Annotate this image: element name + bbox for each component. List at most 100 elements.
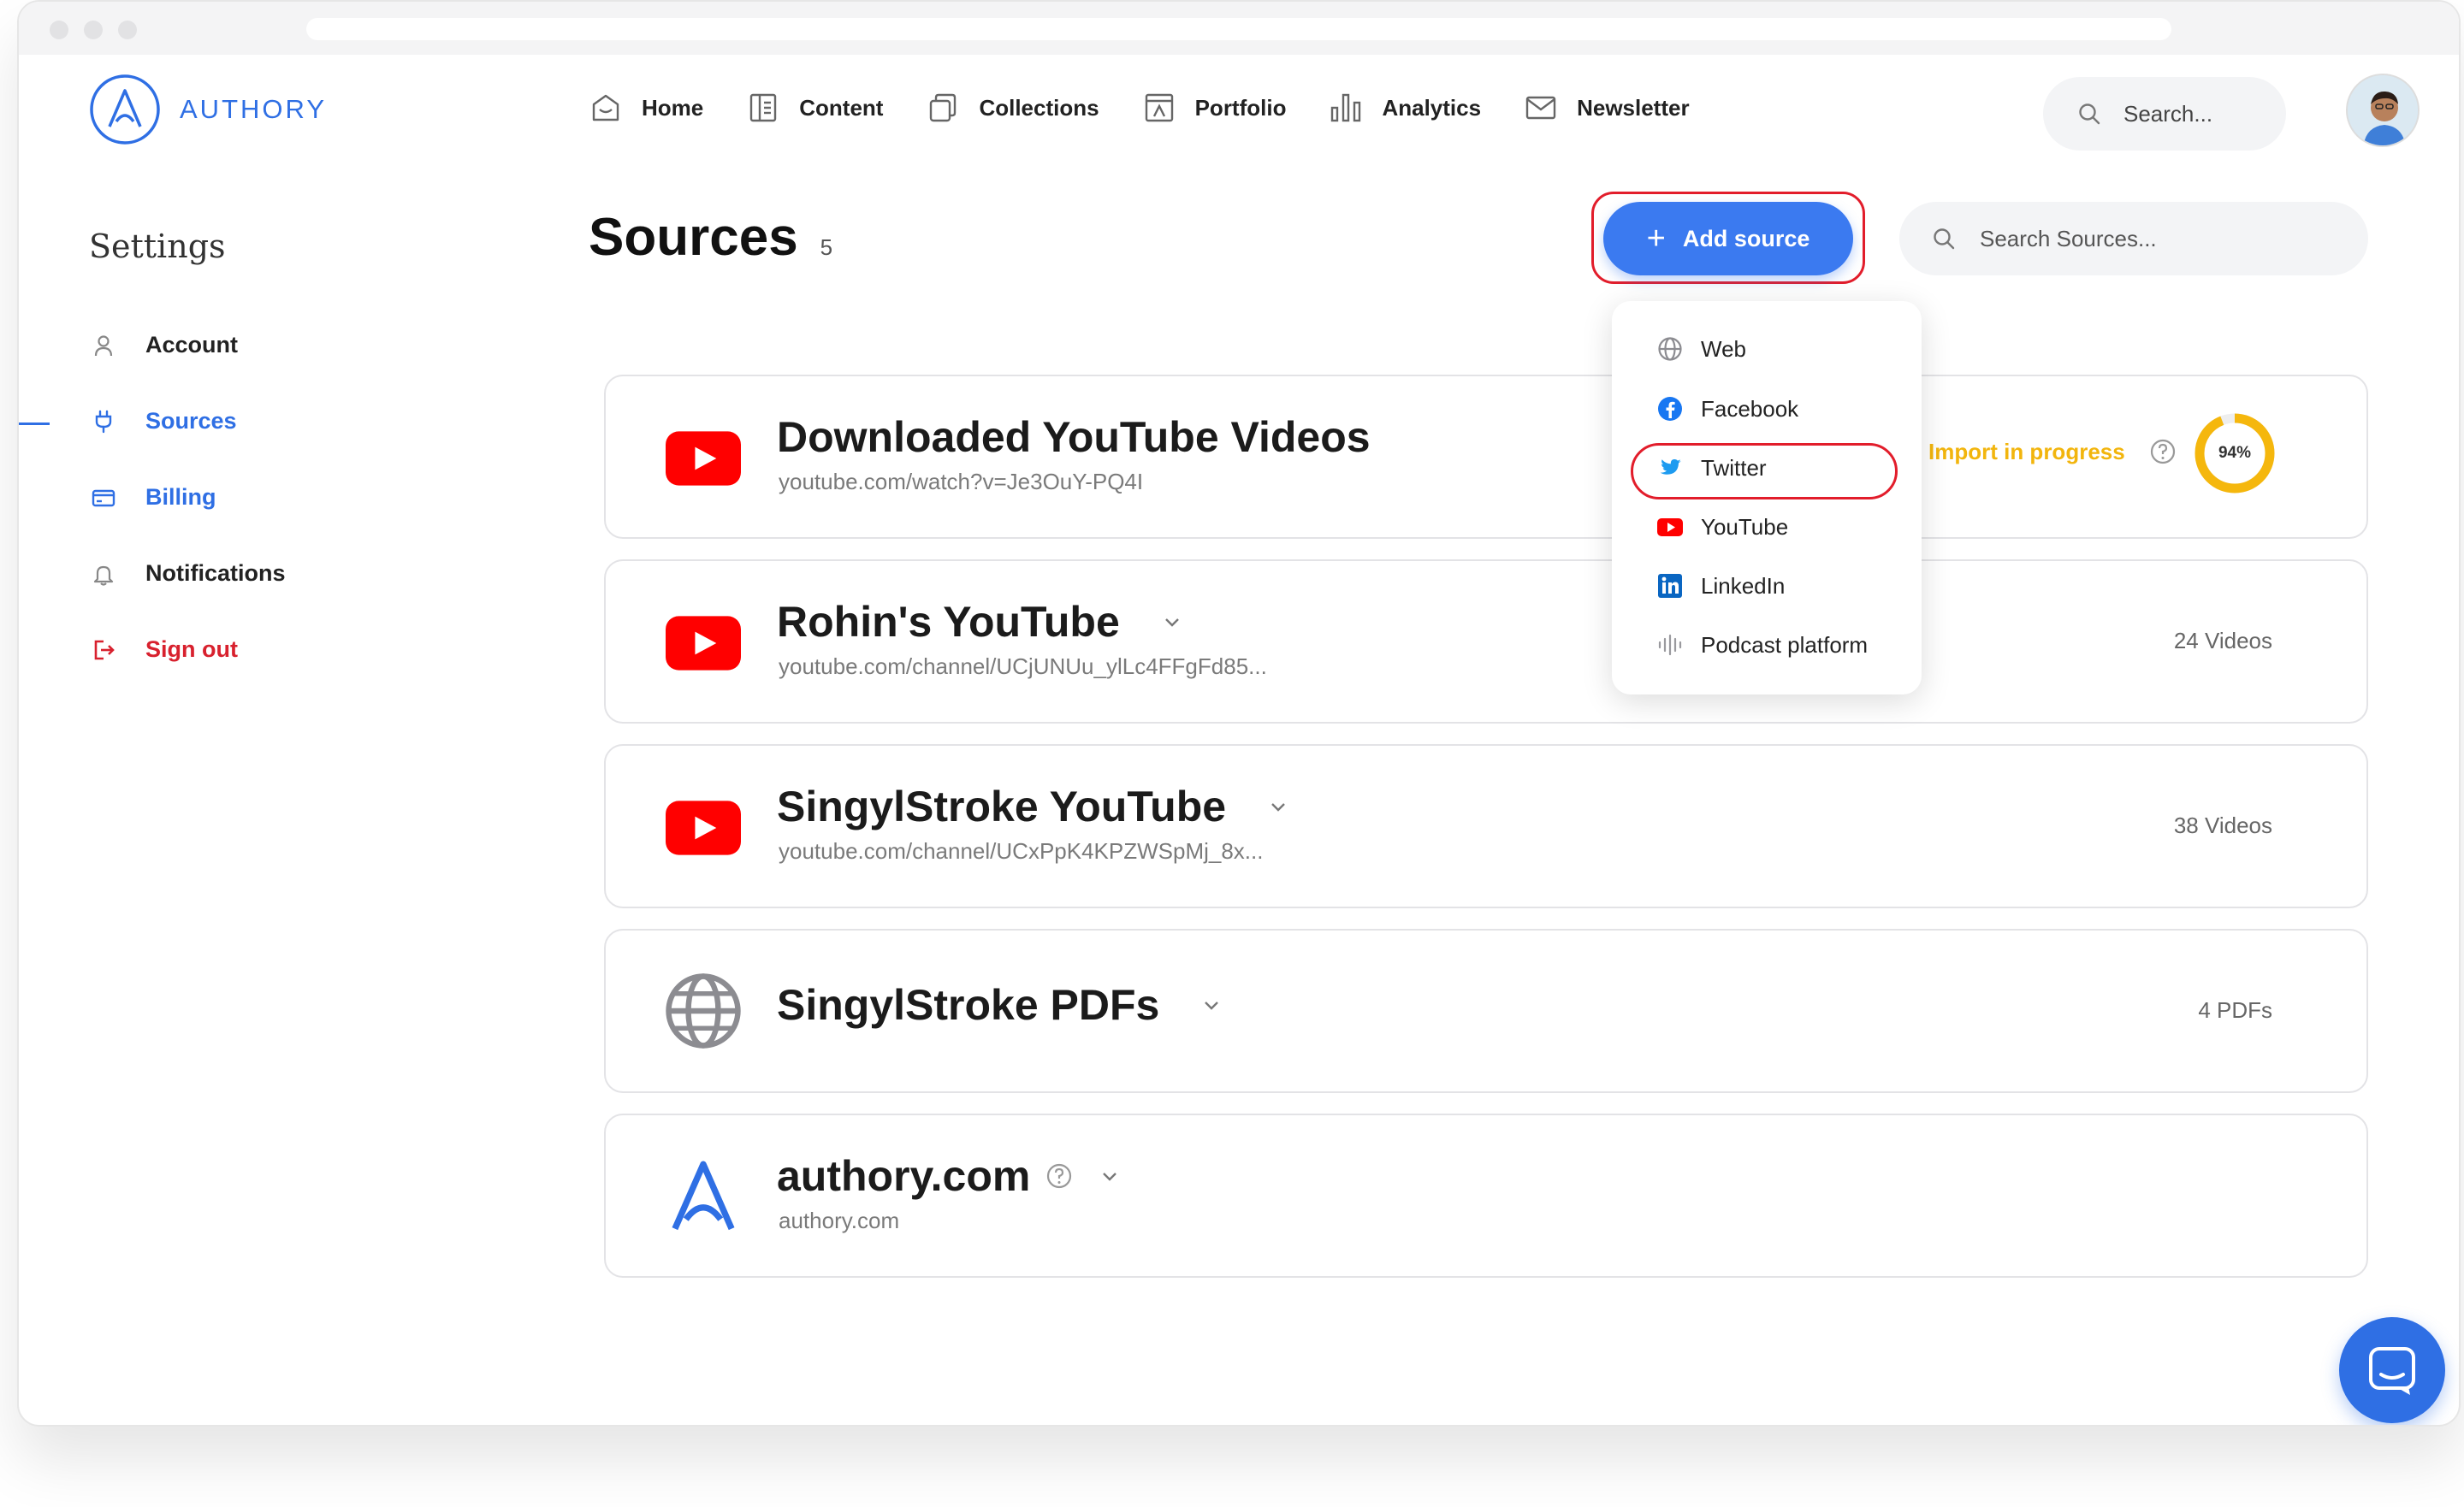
youtube-icon — [664, 609, 743, 677]
source-name-row: SingylStroke YouTube — [777, 782, 1289, 831]
chat-launcher-button[interactable] — [2339, 1317, 2445, 1423]
search-sources-placeholder: Search Sources... — [1980, 225, 2157, 251]
content-icon — [750, 93, 777, 122]
youtube-icon — [664, 424, 743, 493]
nav-newsletter[interactable]: Newsletter — [1524, 91, 1690, 125]
nav-portfolio-label: Portfolio — [1194, 94, 1287, 121]
source-card-singylstroke-youtube[interactable]: SingylStroke YouTube youtube.com/channel… — [604, 744, 2368, 908]
bell-icon — [93, 565, 114, 586]
source-url: youtube.com/channel/UCjUNUu_ylLc4FFgFd85… — [779, 653, 1267, 679]
source-card-singylstroke-pdfs[interactable]: SingylStroke PDFs 4 PDFs — [604, 929, 2368, 1093]
search-icon — [1934, 228, 1955, 250]
analytics-icon — [1331, 93, 1361, 122]
sources-count: 5 — [820, 234, 833, 260]
linkedin-icon — [1658, 574, 1682, 598]
page-title-text: Sources — [589, 208, 798, 267]
newsletter-icon — [1525, 96, 1556, 120]
sidebar-item-account[interactable]: Account — [91, 332, 238, 358]
sidebar-item-notifications[interactable]: Notifications — [91, 560, 286, 587]
add-source-label: Add source — [1682, 225, 1810, 251]
add-source-button[interactable]: + Add source — [1603, 202, 1853, 275]
source-name-row: Rohin's YouTube — [777, 597, 1183, 647]
nav-collections-label: Collections — [979, 94, 1099, 121]
youtube-icon — [1657, 518, 1683, 536]
nav-analytics[interactable]: Analytics — [1329, 91, 1481, 125]
sidebar-item-sources[interactable]: Sources — [91, 408, 237, 434]
title-bar — [19, 2, 2459, 55]
sidebar-active-indicator — [19, 423, 50, 425]
youtube-icon — [664, 794, 743, 862]
brand-logo[interactable]: AUTHORY — [89, 74, 327, 145]
help-icon[interactable] — [2149, 438, 2177, 465]
main-nav: Home Content Collections Portfolio Analy… — [589, 91, 1732, 125]
avatar-photo-icon — [2348, 75, 2418, 145]
nav-content-label: Content — [799, 94, 884, 121]
home-icon — [592, 94, 619, 121]
global-search-input[interactable]: Search... — [2043, 77, 2286, 151]
address-bar[interactable] — [306, 18, 2171, 40]
globe-icon — [664, 968, 743, 1054]
source-url: youtube.com/watch?v=Je3OuY-PQ4I — [779, 469, 1144, 494]
authory-logo-icon — [664, 1153, 743, 1238]
source-name: SingylStroke PDFs — [777, 981, 1160, 1029]
source-name: Downloaded YouTube Videos — [777, 413, 1371, 461]
dropdown-item-label: Podcast platform — [1701, 631, 1869, 658]
source-name: SingylStroke YouTube — [777, 783, 1227, 830]
dropdown-item-linkedin[interactable]: LinkedIn — [1656, 572, 1785, 600]
import-status-text: Import in progress — [1928, 438, 2125, 464]
dropdown-item-facebook[interactable]: Facebook — [1656, 395, 1798, 423]
source-item-count: 38 Videos — [2173, 813, 2272, 838]
sidebar-item-label: Billing — [145, 484, 216, 510]
window-minimize-dot[interactable] — [84, 21, 103, 39]
help-icon[interactable] — [1045, 1162, 1073, 1190]
twitter-highlight-ring — [1631, 443, 1898, 499]
source-card-authory-com[interactable]: authory.com authory.com — [604, 1114, 2368, 1278]
sidebar-item-billing[interactable]: Billing — [91, 484, 216, 511]
sidebar-item-sign-out[interactable]: Sign out — [91, 636, 238, 663]
plus-icon: + — [1646, 221, 1666, 257]
chat-icon — [2369, 1347, 2415, 1395]
nav-home-label: Home — [642, 94, 704, 121]
chevron-down-icon[interactable] — [1200, 994, 1223, 1016]
source-card-rohins-youtube[interactable]: Rohin's YouTube youtube.com/channel/UCjU… — [604, 559, 2368, 724]
brand-name: AUTHORY — [180, 94, 328, 124]
window-maximize-dot[interactable] — [118, 21, 137, 39]
nav-home[interactable]: Home — [589, 91, 703, 125]
collections-icon — [930, 93, 957, 122]
search-sources-input[interactable]: Search Sources... — [1899, 202, 2368, 275]
dropdown-item-youtube[interactable]: YouTube — [1656, 513, 1788, 541]
chevron-down-icon[interactable] — [1099, 1165, 1121, 1187]
sidebar-item-label: Notifications — [145, 560, 286, 586]
user-icon — [94, 334, 113, 356]
authory-logo-icon — [90, 74, 160, 145]
dropdown-item-label: Web — [1701, 335, 1746, 362]
import-status: Import in progress — [1928, 438, 2177, 465]
source-name-row: authory.com — [777, 1151, 1121, 1201]
browser-window: AUTHORY Home Content Collections Portfol… — [17, 0, 2461, 1427]
settings-title: Settings — [89, 228, 226, 265]
user-avatar[interactable] — [2346, 74, 2420, 147]
dropdown-item-label: Facebook — [1701, 395, 1799, 422]
dropdown-item-podcast-platform[interactable]: Podcast platform — [1656, 631, 1868, 659]
dropdown-item-label: LinkedIn — [1701, 572, 1786, 599]
nav-portfolio[interactable]: Portfolio — [1142, 91, 1287, 125]
global-search-placeholder: Search... — [2123, 100, 2213, 127]
nav-newsletter-label: Newsletter — [1577, 94, 1690, 121]
chevron-down-icon[interactable] — [1161, 611, 1183, 633]
nav-collections[interactable]: Collections — [926, 91, 1099, 125]
search-icon — [2079, 103, 2100, 125]
sidebar-item-label: Account — [145, 332, 238, 358]
import-progress-label: 94% — [2218, 444, 2252, 462]
dropdown-item-label: YouTube — [1701, 513, 1789, 540]
nav-content[interactable]: Content — [746, 91, 883, 125]
portfolio-icon — [1145, 93, 1173, 122]
chevron-down-icon[interactable] — [1267, 795, 1289, 818]
dropdown-item-web[interactable]: Web — [1656, 335, 1746, 363]
window-close-dot[interactable] — [50, 21, 68, 39]
credit-card-icon — [92, 489, 116, 506]
source-name: Rohin's YouTube — [777, 598, 1120, 646]
source-url: authory.com — [779, 1208, 900, 1233]
source-card-downloaded-youtube-videos[interactable]: Downloaded YouTube Videos youtube.com/wa… — [604, 375, 2368, 539]
sign-out-icon — [94, 640, 115, 659]
plug-icon — [95, 410, 112, 433]
